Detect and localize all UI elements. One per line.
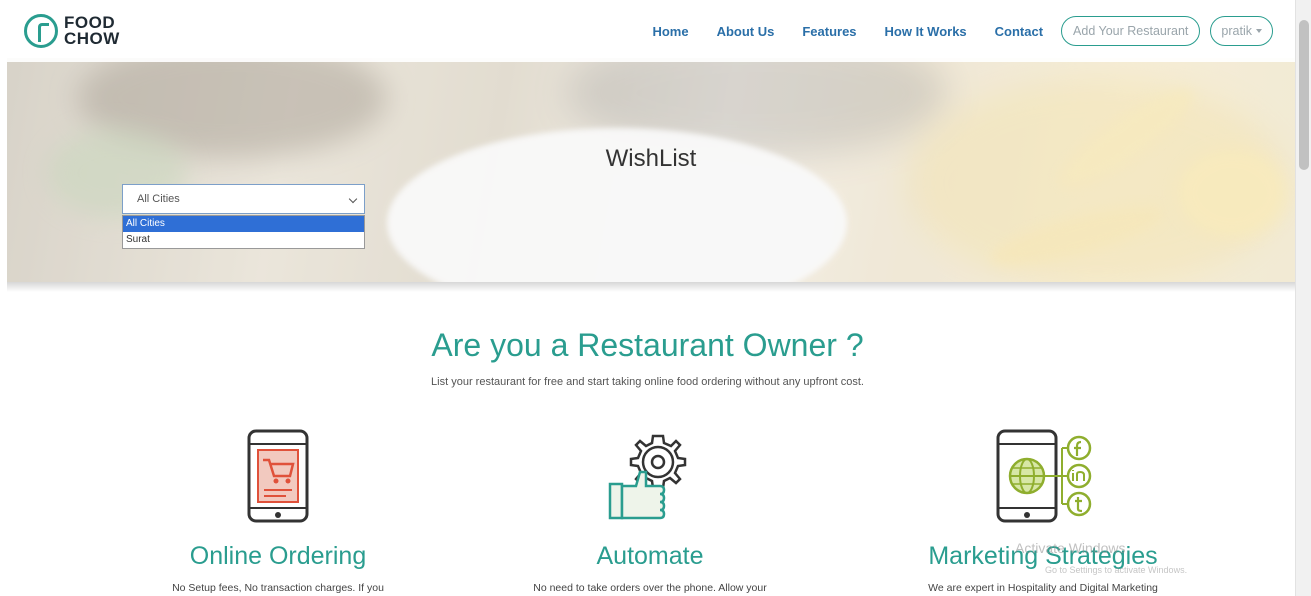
hero-banner: WishList All Cities All Cities Surat (7, 58, 1295, 282)
city-option-all[interactable]: All Cities (123, 216, 364, 232)
add-restaurant-button[interactable]: Add Your Restaurant (1061, 16, 1201, 46)
feature-desc: We are expert in Hospitality and Digital… (928, 582, 1158, 594)
feature-automate: Automate No need to take orders over the… (480, 428, 820, 594)
nav-links: Home About Us Features How It Works Cont… (652, 16, 1273, 46)
gear-thumbs-up-icon (608, 434, 687, 520)
feature-desc: No need to take orders over the phone. A… (533, 582, 767, 594)
nav-about-us[interactable]: About Us (717, 24, 775, 39)
mobile-social-icon (996, 429, 1092, 523)
logo-icon (24, 14, 58, 48)
nav-features[interactable]: Features (802, 24, 856, 39)
mobile-cart-icon (247, 429, 309, 523)
chevron-down-icon (348, 194, 358, 204)
feature-title: Automate (596, 542, 704, 570)
nav-how-it-works[interactable]: How It Works (885, 24, 967, 39)
nav-contact[interactable]: Contact (995, 24, 1043, 39)
page-title: WishList (605, 145, 697, 172)
city-select-value: All Cities (137, 193, 180, 205)
scrollbar-thumb[interactable] (1299, 20, 1309, 170)
feature-online-ordering: Online Ordering No Setup fees, No transa… (108, 428, 448, 594)
city-select[interactable]: All Cities (122, 184, 365, 214)
page-scrollbar[interactable] (1295, 0, 1311, 596)
hero-shadow (7, 282, 1295, 292)
user-name: pratik (1221, 24, 1252, 38)
section-subtitle: List your restaurant for free and start … (431, 376, 864, 388)
city-option-surat[interactable]: Surat (123, 232, 364, 248)
feature-title: Online Ordering (189, 542, 367, 570)
activate-windows-watermark: Activate Windows (1015, 540, 1126, 556)
city-dropdown-list: All Cities Surat (122, 215, 365, 249)
section-title: Are you a Restaurant Owner ? (431, 327, 864, 363)
brand-logo[interactable]: FOOD CHOW (24, 14, 120, 48)
brand-line-2: CHOW (64, 29, 120, 48)
brand-name: FOOD CHOW (64, 14, 120, 48)
caret-down-icon (1256, 29, 1262, 33)
nav-home[interactable]: Home (652, 24, 688, 39)
user-menu-button[interactable]: pratik (1210, 16, 1273, 46)
navbar: FOOD CHOW Home About Us Features How It … (0, 0, 1295, 62)
activate-windows-hint: Go to Settings to activate Windows. (1045, 565, 1188, 575)
page: WishList All Cities All Cities Surat FOO… (0, 0, 1295, 596)
feature-desc: No Setup fees, No transaction charges. I… (172, 582, 384, 594)
